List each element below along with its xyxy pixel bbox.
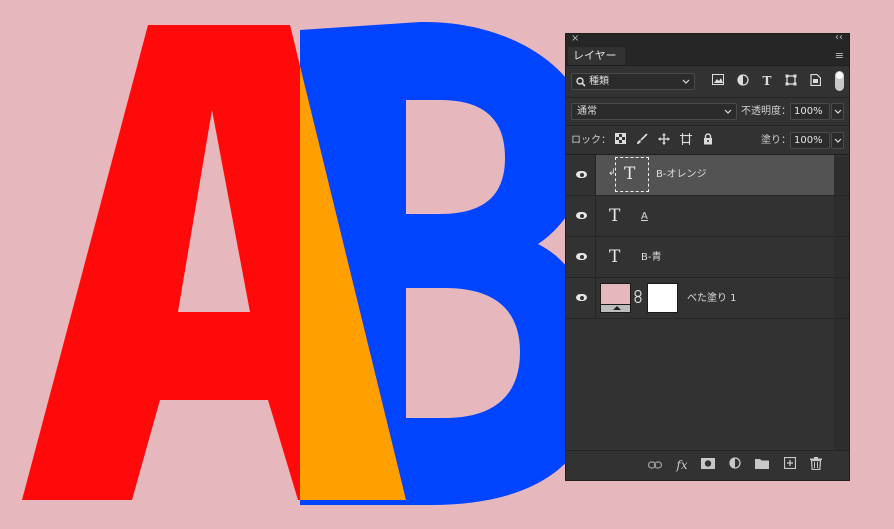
delete-layer-icon[interactable]: [808, 457, 824, 473]
layer-body[interactable]: ↲ T B-オレンジ: [596, 155, 834, 195]
chevron-down-icon: [834, 109, 841, 114]
type-filter-icon[interactable]: T: [760, 74, 774, 88]
tab-layers[interactable]: レイヤー: [568, 47, 625, 65]
new-adjustment-icon[interactable]: [727, 457, 743, 473]
layer-name: べた塗り 1: [687, 293, 737, 304]
shape-filter-icon[interactable]: [784, 74, 798, 88]
color-picker-bar: [601, 304, 630, 312]
type-layer-icon: T: [609, 247, 621, 267]
panel-titlebar: × ‹‹: [566, 32, 849, 46]
filter-kind-select[interactable]: 種類: [571, 73, 695, 90]
lock-label: ロック：: [571, 135, 611, 146]
lock-artboard-icon[interactable]: [679, 133, 693, 147]
smart-object-filter-icon[interactable]: [808, 73, 822, 88]
layer-body[interactable]: T B-青: [596, 237, 834, 277]
eye-icon: [576, 212, 587, 219]
fx-icon[interactable]: fx: [674, 457, 690, 473]
text-layer-thumbnail: T: [615, 157, 649, 192]
link-layers-icon[interactable]: [647, 457, 663, 473]
fill-layer-thumbnail[interactable]: [600, 283, 631, 313]
panel-tab-row: レイヤー ≡: [566, 46, 849, 66]
type-layer-icon: T: [609, 206, 621, 226]
filter-toggle[interactable]: [835, 71, 844, 91]
new-layer-icon[interactable]: [782, 456, 798, 473]
layer-row-a[interactable]: T A: [566, 196, 849, 237]
panel-footer: fx: [566, 450, 849, 480]
search-icon: [576, 74, 586, 92]
blend-row: 通常 不透明度： 100%: [566, 97, 849, 125]
visibility-toggle[interactable]: [566, 155, 596, 195]
blend-mode-value: 通常: [577, 106, 597, 117]
add-mask-icon[interactable]: [700, 457, 716, 473]
layer-name: B-青: [641, 252, 662, 263]
chevron-down-icon: [834, 138, 841, 143]
layer-row-fill[interactable]: べた塗り 1: [566, 278, 849, 319]
blend-mode-select[interactable]: 通常: [571, 103, 737, 120]
fill-label: 塗り：: [761, 135, 791, 146]
fill-dropdown[interactable]: [831, 132, 844, 149]
filter-row: 種類 T: [566, 66, 849, 97]
panel-menu-icon[interactable]: ≡: [835, 49, 844, 62]
lock-position-icon[interactable]: [657, 133, 671, 147]
eye-icon: [576, 294, 587, 301]
layer-name: A: [641, 211, 648, 222]
image-filter-icon[interactable]: [711, 74, 725, 88]
layer-row-b-orange[interactable]: ↲ T B-オレンジ: [566, 155, 849, 196]
visibility-toggle[interactable]: [566, 278, 596, 318]
layer-row-b-blue[interactable]: T B-青: [566, 237, 849, 278]
visibility-toggle[interactable]: [566, 237, 596, 277]
opacity-field[interactable]: 100%: [790, 103, 830, 120]
chevron-down-icon: [682, 74, 690, 90]
close-panel-icon[interactable]: ×: [571, 33, 579, 44]
opacity-dropdown[interactable]: [831, 103, 844, 120]
layer-name: B-オレンジ: [656, 169, 707, 180]
opacity-label: 不透明度：: [741, 106, 791, 117]
lock-all-icon[interactable]: [701, 133, 715, 147]
eye-icon: [576, 253, 587, 260]
eye-icon: [576, 171, 587, 178]
visibility-toggle[interactable]: [566, 196, 596, 236]
new-group-icon[interactable]: [754, 457, 770, 473]
layers-list: ↲ T B-オレンジ T A T B-青 べた塗り 1: [566, 155, 849, 319]
type-layer-icon: T: [624, 164, 636, 184]
adjustment-filter-icon[interactable]: [736, 74, 750, 88]
filter-kind-label: 種類: [589, 76, 609, 87]
fill-field[interactable]: 100%: [790, 132, 830, 149]
layer-body[interactable]: べた塗り 1: [596, 278, 834, 318]
lock-row: ロック： 塗り： 100%: [566, 125, 849, 155]
layer-mask-thumbnail[interactable]: [647, 283, 678, 313]
lock-transparent-icon[interactable]: [613, 133, 627, 147]
layers-panel: × ‹‹ レイヤー ≡ 種類 T 通常 不透明度： 100% ロック： 塗り： …: [565, 32, 850, 481]
layer-body[interactable]: T A: [596, 196, 834, 236]
link-icon[interactable]: [634, 289, 642, 306]
chevron-down-icon: [724, 104, 732, 120]
collapse-panel-icon[interactable]: ‹‹: [835, 32, 843, 43]
lock-paint-icon[interactable]: [635, 133, 649, 147]
